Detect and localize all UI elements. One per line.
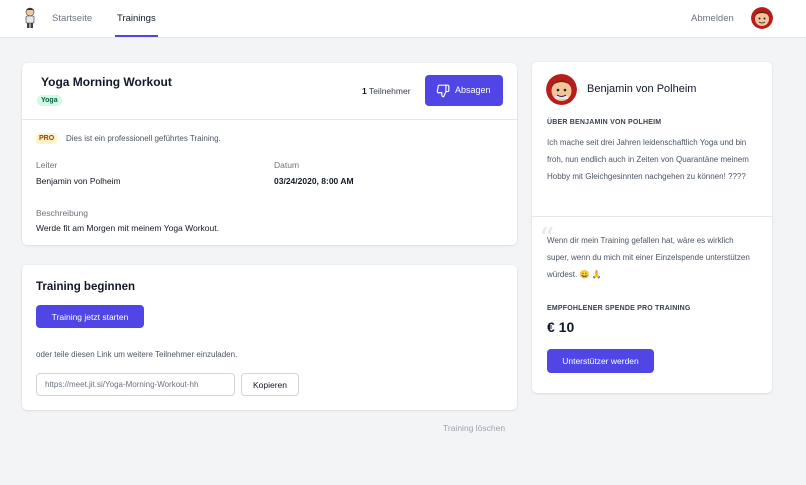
cancel-button-label: Absagen [455,85,491,95]
date-label: Datum [274,160,300,170]
support-text: Wenn dir mein Training gefallen hat, wär… [547,236,750,279]
trainer-name: Benjamin von Polheim [587,83,697,95]
become-supporter-button[interactable]: Unterstützer werden [547,349,654,373]
user-avatar-icon[interactable] [751,7,773,29]
gymnast-logo-icon[interactable] [22,7,38,29]
about-heading: ÜBER BENJAMIN VON POLHEIM [547,119,662,126]
copy-link-button[interactable]: Kopieren [241,373,299,396]
nav-link-startseite[interactable]: Startseite [52,13,92,24]
card-divider [22,119,517,120]
meeting-link-input[interactable] [36,373,235,396]
donation-heading: EMPFOHLENER SPENDE PRO TRAINING [547,305,691,312]
invite-text: oder teile diesen Link um weitere Teilne… [36,350,238,359]
description-label: Beschreibung [36,208,88,218]
top-navigation-bar: Startseite Trainings Abmelden [0,0,806,38]
start-training-title: Training beginnen [36,281,136,293]
trainer-avatar [546,74,577,105]
start-training-card: Training beginnen Training jetzt starten… [22,265,517,410]
nav-link-trainings[interactable]: Trainings [117,13,156,24]
thumbs-down-icon [436,84,450,98]
cancel-training-button[interactable]: Absagen [425,75,503,106]
leader-label: Leiter [36,160,58,170]
pro-badge: PRO [36,133,58,144]
start-training-button[interactable]: Training jetzt starten [36,305,144,328]
logout-link[interactable]: Abmelden [691,13,734,24]
date-value: 03/24/2020, 8:00 AM [274,176,354,186]
leader-value: Benjamin von Polheim [36,176,121,186]
training-details-card: Yoga Morning Workout Yoga 1 Teilnehmer A… [22,63,517,245]
pro-description: Dies ist ein professionell geführtes Tra… [66,134,221,143]
participants-number: 1 [362,86,367,96]
donation-amount: € 10 [547,319,575,335]
training-title: Yoga Morning Workout [41,75,172,89]
active-nav-indicator [115,35,158,37]
delete-training-link[interactable]: Training löschen [443,423,505,433]
participants-count: 1 Teilnehmer [362,86,411,96]
description-value: Werde fit am Morgen mit meinem Yoga Work… [36,223,219,233]
trainer-card: Benjamin von Polheim ÜBER BENJAMIN VON P… [532,62,772,393]
about-text: Ich mache seit drei Jahren leidenschaftl… [547,138,749,181]
category-tag: Yoga [37,95,62,106]
participants-label: Teilnehmer [368,86,411,96]
trainer-card-divider [532,216,772,217]
